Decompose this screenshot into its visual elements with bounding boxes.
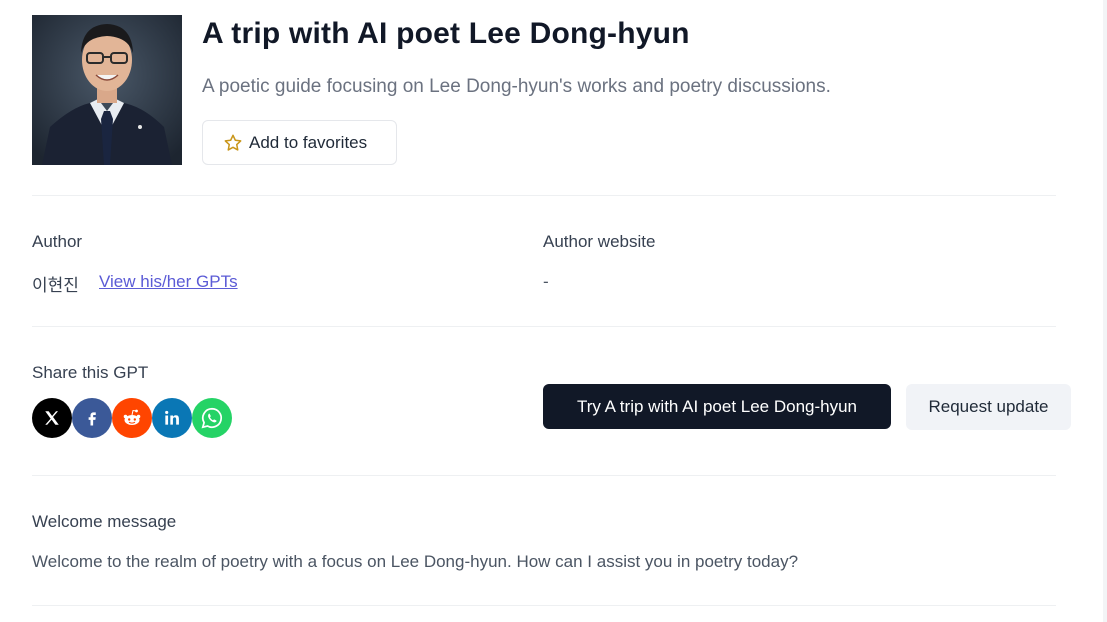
divider xyxy=(32,195,1056,196)
portrait-image xyxy=(32,15,182,165)
facebook-icon[interactable] xyxy=(72,398,112,438)
author-website-value: - xyxy=(543,272,549,291)
gpt-title: A trip with AI poet Lee Dong-hyun xyxy=(202,17,690,50)
welcome-label: Welcome message xyxy=(32,512,177,531)
x-icon[interactable] xyxy=(32,398,72,438)
reddit-icon[interactable] xyxy=(112,398,152,438)
author-website-label: Author website xyxy=(543,232,656,251)
add-to-favorites-button[interactable]: Add to favorites xyxy=(202,120,397,165)
gpt-header: A trip with AI poet Lee Dong-hyun A poet… xyxy=(32,15,1062,167)
welcome-message: Welcome to the realm of poetry with a fo… xyxy=(32,552,799,571)
linkedin-icon[interactable] xyxy=(152,398,192,438)
whatsapp-icon[interactable] xyxy=(192,398,232,438)
request-update-button[interactable]: Request update xyxy=(906,384,1071,430)
author-name: 이현진 xyxy=(32,276,79,295)
author-avatar xyxy=(32,15,182,165)
scrollbar[interactable] xyxy=(1103,0,1107,622)
add-to-favorites-label: Add to favorites xyxy=(249,132,368,152)
gpt-description: A poetic guide focusing on Lee Dong-hyun… xyxy=(202,76,831,97)
share-buttons xyxy=(32,398,232,438)
share-label: Share this GPT xyxy=(32,363,149,382)
author-label: Author xyxy=(32,232,83,251)
star-icon xyxy=(223,133,243,153)
view-author-gpts-link[interactable]: View his/her GPTs xyxy=(99,272,238,292)
divider xyxy=(32,475,1056,476)
divider xyxy=(32,605,1056,606)
divider xyxy=(32,326,1056,327)
try-gpt-button[interactable]: Try A trip with AI poet Lee Dong-hyun xyxy=(543,384,891,429)
